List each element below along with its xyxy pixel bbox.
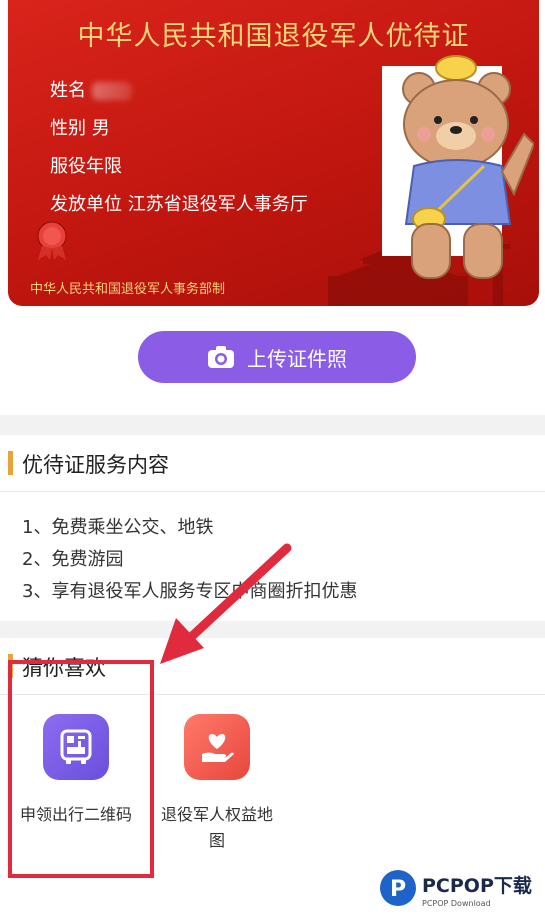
service-item: 3、享有退役军人服务专区中商圈折扣优惠 bbox=[22, 581, 358, 602]
service-years-field: 服役年限 bbox=[50, 156, 122, 177]
services-header: 优待证服务内容 bbox=[0, 435, 545, 492]
upload-photo-button[interactable]: 上传证件照 bbox=[138, 331, 416, 383]
name-label: 姓名 bbox=[50, 80, 86, 101]
upload-photo-label: 上传证件照 bbox=[247, 346, 347, 371]
card-title: 中华人民共和国退役军人优待证 bbox=[77, 21, 470, 52]
name-blur bbox=[92, 82, 132, 100]
svg-text:P: P bbox=[390, 877, 406, 902]
gender-field: 性别 男 bbox=[50, 118, 110, 139]
section-accent-bar bbox=[8, 451, 13, 475]
veteran-rights-map-label: 退役军人权益地图 bbox=[160, 805, 273, 850]
bear-photo-icon bbox=[402, 55, 534, 279]
name-field: 姓名 bbox=[50, 76, 132, 102]
issuer-field: 发放单位 江苏省退役军人事务厅 bbox=[50, 194, 308, 215]
svg-text:PCPOP Download: PCPOP Download bbox=[422, 899, 491, 908]
issuer-footer: 中华人民共和国退役军人事务部制 bbox=[30, 282, 226, 297]
service-item: 2、免费游园 bbox=[22, 549, 124, 570]
service-item: 1、免费乘坐公交、地铁 bbox=[22, 517, 214, 538]
veteran-card: 中华人民共和国退役军人优待证 姓名 性别 男 服役年限 发放单位 江苏省退役军人… bbox=[8, 0, 539, 306]
services-section: 优待证服务内容 1、免费乘坐公交、地铁 2、免费游园 3、享有退役军人服务专区中… bbox=[0, 435, 545, 621]
veteran-rights-map-app[interactable]: 退役军人权益地图 bbox=[157, 714, 277, 854]
services-title: 优待证服务内容 bbox=[22, 453, 169, 477]
svg-text:PCPOP下载: PCPOP下载 bbox=[422, 874, 532, 897]
heart-hand-icon bbox=[184, 714, 250, 780]
pcpop-watermark-logo: P PCPOP下载 PCPOP Download bbox=[380, 870, 532, 908]
highlight-box bbox=[8, 660, 154, 878]
seal-icon bbox=[37, 221, 67, 260]
camera-icon bbox=[208, 346, 234, 368]
